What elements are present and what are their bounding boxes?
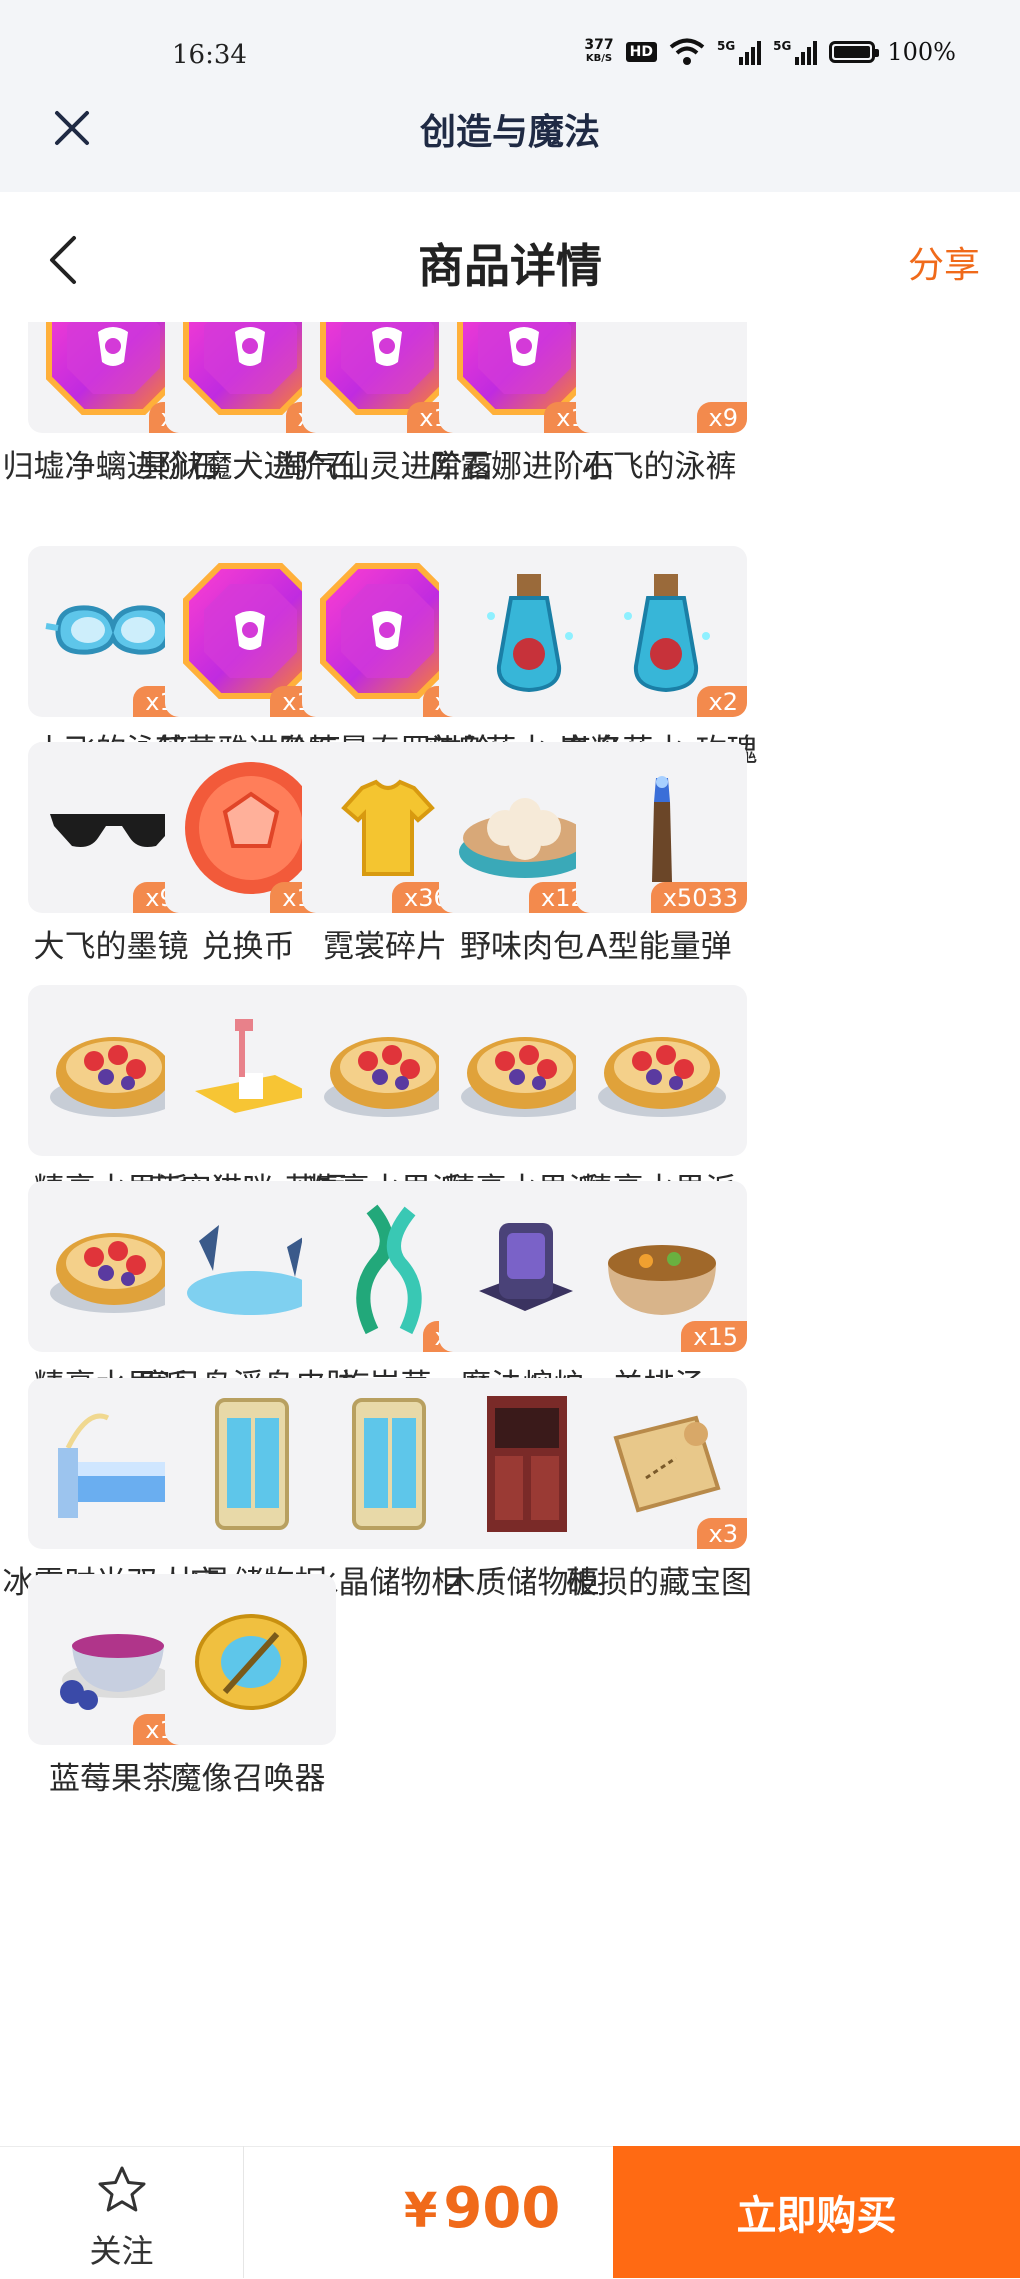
quantity-badge: x15	[681, 1321, 747, 1352]
item-image[interactable]	[165, 1574, 336, 1745]
page-title: 商品详情	[418, 239, 602, 293]
item-image[interactable]: x3	[576, 1378, 747, 1549]
item-image[interactable]: x9	[576, 322, 747, 433]
item-image[interactable]: x5033	[576, 742, 747, 913]
follow-button[interactable]: 关注	[0, 2146, 244, 2278]
item-image[interactable]: x15	[576, 1181, 747, 1352]
price: ¥900	[404, 2176, 560, 2241]
battery-percent: 100%	[887, 38, 956, 66]
item-grid: x2归墟净螭进阶石x2冥狱魔犬进阶石x15淘气仙灵进阶石x13库露娜进阶石x9小…	[0, 322, 1020, 2120]
price-value: 900	[443, 2176, 561, 2241]
signal-icon-2: 5G	[773, 39, 818, 65]
status-icons: 377 KB/S HD 5G 5G 100%	[584, 38, 956, 66]
hd-icon: HD	[625, 42, 657, 62]
item-image[interactable]: x2	[576, 546, 747, 717]
item-name: 破损的藏宝图	[566, 1565, 752, 1601]
star-icon	[98, 2166, 146, 2212]
item-name: A型能量弹	[586, 929, 732, 965]
app-title: 创造与魔法	[419, 112, 600, 153]
quantity-badge: x5033	[650, 882, 747, 913]
quantity-badge: x2	[696, 686, 747, 717]
status-time: 16:34	[172, 40, 247, 70]
buy-now-button[interactable]: 立即购买	[613, 2146, 1020, 2278]
share-button[interactable]: 分享	[908, 236, 980, 288]
item-name: 魔像召唤器	[170, 1761, 326, 1797]
quantity-badge: x9	[696, 402, 747, 433]
golem-summoner-icon	[195, 1614, 307, 1710]
battery-icon	[829, 41, 880, 63]
follow-label: 关注	[89, 2232, 154, 2270]
item-image[interactable]	[576, 985, 747, 1156]
fruit-pie-icon	[598, 1037, 726, 1117]
signal-icon-1: 5G	[717, 39, 762, 65]
currency-symbol: ¥	[404, 2183, 438, 2239]
wifi-icon	[669, 38, 705, 65]
net-speed: 377 KB/S	[584, 37, 614, 64]
item-name: 小飞的泳裤	[581, 449, 737, 485]
quantity-badge: x3	[696, 1518, 747, 1549]
